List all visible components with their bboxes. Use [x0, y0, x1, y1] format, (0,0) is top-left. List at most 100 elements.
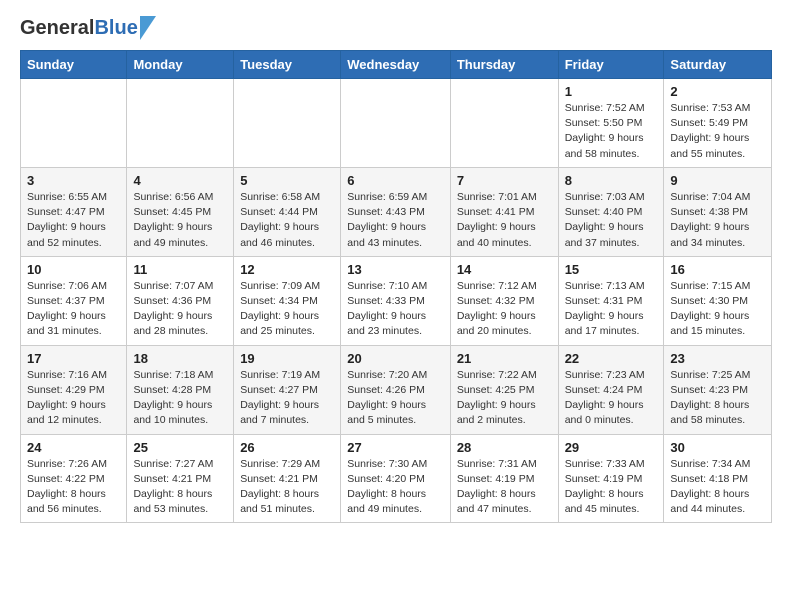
day-number: 28 — [457, 440, 552, 455]
calendar-cell: 26 Sunrise: 7:29 AM Sunset: 4:21 PM Dayli… — [234, 434, 341, 523]
day-info: Sunrise: 7:52 AM Sunset: 5:50 PM Dayligh… — [565, 101, 658, 162]
day-info: Sunrise: 6:58 AM Sunset: 4:44 PM Dayligh… — [240, 190, 334, 251]
week-row-5: 24 Sunrise: 7:26 AM Sunset: 4:22 PM Dayli… — [21, 434, 772, 523]
day-info: Sunrise: 7:18 AM Sunset: 4:28 PM Dayligh… — [133, 368, 227, 429]
day-number: 17 — [27, 351, 120, 366]
calendar-cell: 7 Sunrise: 7:01 AM Sunset: 4:41 PM Daylig… — [450, 167, 558, 256]
week-row-4: 17 Sunrise: 7:16 AM Sunset: 4:29 PM Dayli… — [21, 345, 772, 434]
calendar-cell: 8 Sunrise: 7:03 AM Sunset: 4:40 PM Daylig… — [558, 167, 664, 256]
day-number: 9 — [670, 173, 765, 188]
day-info: Sunrise: 7:53 AM Sunset: 5:49 PM Dayligh… — [670, 101, 765, 162]
calendar-cell: 15Sunrise: 7:13 AM Sunset: 4:31 PM Dayli… — [558, 256, 664, 345]
day-info: Sunrise: 6:56 AM Sunset: 4:45 PM Dayligh… — [133, 190, 227, 251]
calendar-cell: 9Sunrise: 7:04 AM Sunset: 4:38 PM Daylig… — [664, 167, 772, 256]
day-number: 2 — [670, 84, 765, 99]
calendar-cell: 23Sunrise: 7:25 AM Sunset: 4:23 PM Dayli… — [664, 345, 772, 434]
weekday-header-tuesday: Tuesday — [234, 51, 341, 79]
calendar-cell: 4 Sunrise: 6:56 AM Sunset: 4:45 PM Daylig… — [127, 167, 234, 256]
day-info: Sunrise: 7:16 AM Sunset: 4:29 PM Dayligh… — [27, 368, 120, 429]
calendar-cell: 25 Sunrise: 7:27 AM Sunset: 4:21 PM Dayli… — [127, 434, 234, 523]
day-number: 5 — [240, 173, 334, 188]
day-number: 4 — [133, 173, 227, 188]
day-number: 6 — [347, 173, 444, 188]
week-row-2: 3Sunrise: 6:55 AM Sunset: 4:47 PM Daylig… — [21, 167, 772, 256]
day-number: 30 — [670, 440, 765, 455]
day-number: 13 — [347, 262, 444, 277]
day-info: Sunrise: 7:34 AM Sunset: 4:18 PM Dayligh… — [670, 457, 765, 518]
day-number: 8 — [565, 173, 658, 188]
day-number: 12 — [240, 262, 334, 277]
calendar-cell: 12 Sunrise: 7:09 AM Sunset: 4:34 PM Dayli… — [234, 256, 341, 345]
day-info: Sunrise: 6:55 AM Sunset: 4:47 PM Dayligh… — [27, 190, 120, 251]
calendar-cell: 16 Sunrise: 7:15 AM Sunset: 4:30 PM Dayli… — [664, 256, 772, 345]
day-info: Sunrise: 6:59 AM Sunset: 4:43 PM Dayligh… — [347, 190, 444, 251]
day-number: 10 — [27, 262, 120, 277]
calendar-cell: 13 Sunrise: 7:10 AM Sunset: 4:33 PM Dayli… — [341, 256, 451, 345]
calendar-cell: 5 Sunrise: 6:58 AM Sunset: 4:44 PM Daylig… — [234, 167, 341, 256]
weekday-header-wednesday: Wednesday — [341, 51, 451, 79]
day-info: Sunrise: 7:07 AM Sunset: 4:36 PM Dayligh… — [133, 279, 227, 340]
day-number: 21 — [457, 351, 552, 366]
day-number: 29 — [565, 440, 658, 455]
calendar-cell — [21, 79, 127, 168]
day-number: 26 — [240, 440, 334, 455]
day-number: 7 — [457, 173, 552, 188]
calendar-cell: 29 Sunrise: 7:33 AM Sunset: 4:19 PM Dayli… — [558, 434, 664, 523]
calendar-cell: 2 Sunrise: 7:53 AM Sunset: 5:49 PM Daylig… — [664, 79, 772, 168]
day-info: Sunrise: 7:19 AM Sunset: 4:27 PM Dayligh… — [240, 368, 334, 429]
calendar-cell: 10 Sunrise: 7:06 AM Sunset: 4:37 PM Dayli… — [21, 256, 127, 345]
day-info: Sunrise: 7:06 AM Sunset: 4:37 PM Dayligh… — [27, 279, 120, 340]
weekday-header-saturday: Saturday — [664, 51, 772, 79]
calendar-cell: 6 Sunrise: 6:59 AM Sunset: 4:43 PM Daylig… — [341, 167, 451, 256]
day-info: Sunrise: 7:33 AM Sunset: 4:19 PM Dayligh… — [565, 457, 658, 518]
day-info: Sunrise: 7:03 AM Sunset: 4:40 PM Dayligh… — [565, 190, 658, 251]
day-info: Sunrise: 7:27 AM Sunset: 4:21 PM Dayligh… — [133, 457, 227, 518]
calendar-cell: 28 Sunrise: 7:31 AM Sunset: 4:19 PM Dayli… — [450, 434, 558, 523]
day-info: Sunrise: 7:22 AM Sunset: 4:25 PM Dayligh… — [457, 368, 552, 429]
day-number: 25 — [133, 440, 227, 455]
day-number: 1 — [565, 84, 658, 99]
day-info: Sunrise: 7:09 AM Sunset: 4:34 PM Dayligh… — [240, 279, 334, 340]
day-info: Sunrise: 7:31 AM Sunset: 4:19 PM Dayligh… — [457, 457, 552, 518]
logo: GeneralBlue — [20, 16, 156, 40]
day-number: 16 — [670, 262, 765, 277]
day-number: 18 — [133, 351, 227, 366]
day-number: 24 — [27, 440, 120, 455]
logo-triangle-icon — [140, 16, 156, 40]
day-info: Sunrise: 7:12 AM Sunset: 4:32 PM Dayligh… — [457, 279, 552, 340]
weekday-header-friday: Friday — [558, 51, 664, 79]
calendar-cell: 24 Sunrise: 7:26 AM Sunset: 4:22 PM Dayli… — [21, 434, 127, 523]
calendar-cell: 3Sunrise: 6:55 AM Sunset: 4:47 PM Daylig… — [21, 167, 127, 256]
calendar-cell: 21 Sunrise: 7:22 AM Sunset: 4:25 PM Dayli… — [450, 345, 558, 434]
calendar-cell: 27Sunrise: 7:30 AM Sunset: 4:20 PM Dayli… — [341, 434, 451, 523]
calendar-cell: 14 Sunrise: 7:12 AM Sunset: 4:32 PM Dayli… — [450, 256, 558, 345]
day-info: Sunrise: 7:10 AM Sunset: 4:33 PM Dayligh… — [347, 279, 444, 340]
day-number: 22 — [565, 351, 658, 366]
day-number: 27 — [347, 440, 444, 455]
day-number: 11 — [133, 262, 227, 277]
weekday-header-row: SundayMondayTuesdayWednesdayThursdayFrid… — [21, 51, 772, 79]
weekday-header-monday: Monday — [127, 51, 234, 79]
calendar-cell — [127, 79, 234, 168]
calendar-cell — [341, 79, 451, 168]
weekday-header-thursday: Thursday — [450, 51, 558, 79]
calendar-cell: 17 Sunrise: 7:16 AM Sunset: 4:29 PM Dayli… — [21, 345, 127, 434]
calendar-cell: 22 Sunrise: 7:23 AM Sunset: 4:24 PM Dayli… — [558, 345, 664, 434]
weekday-header-sunday: Sunday — [21, 51, 127, 79]
logo-blue: Blue — [94, 17, 137, 39]
day-info: Sunrise: 7:23 AM Sunset: 4:24 PM Dayligh… — [565, 368, 658, 429]
calendar-cell: 1 Sunrise: 7:52 AM Sunset: 5:50 PM Daylig… — [558, 79, 664, 168]
calendar-cell: 11 Sunrise: 7:07 AM Sunset: 4:36 PM Dayli… — [127, 256, 234, 345]
day-number: 19 — [240, 351, 334, 366]
logo-general: General — [20, 17, 94, 39]
day-number: 23 — [670, 351, 765, 366]
day-number: 15 — [565, 262, 658, 277]
day-info: Sunrise: 7:29 AM Sunset: 4:21 PM Dayligh… — [240, 457, 334, 518]
day-info: Sunrise: 7:01 AM Sunset: 4:41 PM Dayligh… — [457, 190, 552, 251]
day-number: 20 — [347, 351, 444, 366]
day-number: 14 — [457, 262, 552, 277]
week-row-1: 1 Sunrise: 7:52 AM Sunset: 5:50 PM Daylig… — [21, 79, 772, 168]
day-info: Sunrise: 7:15 AM Sunset: 4:30 PM Dayligh… — [670, 279, 765, 340]
day-info: Sunrise: 7:26 AM Sunset: 4:22 PM Dayligh… — [27, 457, 120, 518]
week-row-3: 10 Sunrise: 7:06 AM Sunset: 4:37 PM Dayli… — [21, 256, 772, 345]
